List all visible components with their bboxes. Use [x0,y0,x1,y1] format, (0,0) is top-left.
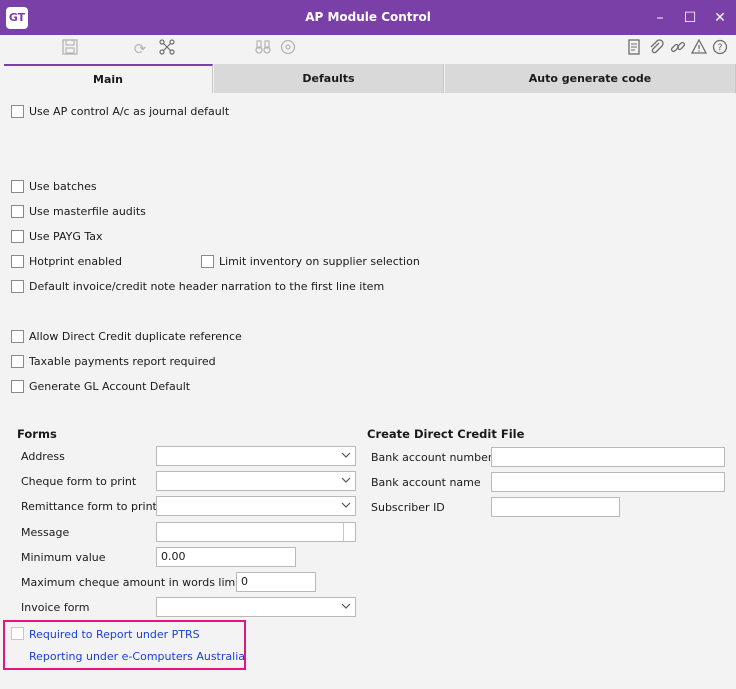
payg-tax-checkbox[interactable]: Use PAYG Tax [11,228,103,244]
checkbox-box[interactable] [11,254,24,268]
checkbox-label: Use PAYG Tax [29,229,103,243]
max-cheque-label: Maximum cheque amount in words limit [21,576,243,589]
tab-defaults[interactable]: Defaults [214,64,444,93]
checkbox-label: Use AP control A/c as journal default [29,104,230,118]
checkbox-label: Generate GL Account Default [29,379,191,393]
invoice-form-label: Invoice form [21,601,90,614]
hotprint-checkbox[interactable]: Hotprint enabled [11,253,122,269]
spin-buttons[interactable] [343,523,355,541]
network-icon[interactable] [157,39,177,59]
bank-account-name-field[interactable] [491,472,725,492]
chevron-down-icon [341,450,351,460]
link-icon[interactable] [668,39,688,59]
bank-account-number-label: Bank account number [371,451,493,464]
checkbox-box[interactable] [201,254,214,268]
address-label: Address [21,450,65,463]
help-icon[interactable]: ? [710,39,730,59]
minimum-value-label: Minimum value [21,551,106,564]
chevron-down-icon [341,601,351,611]
chevron-down-icon [341,475,351,485]
checkbox-label: Use batches [29,179,97,193]
forms-heading: Forms [17,427,57,441]
direct-credit-heading: Create Direct Credit File [367,427,525,441]
checkbox-box[interactable] [11,379,24,393]
checkbox-label: Limit inventory on supplier selection [219,254,420,268]
use-batches-checkbox[interactable]: Use batches [11,178,97,194]
message-field[interactable] [156,522,356,542]
maximize-button[interactable]: ☐ [680,8,700,28]
svg-text:?: ? [717,43,722,54]
masterfile-audits-checkbox[interactable]: Use masterfile audits [11,203,146,219]
default-narration-checkbox[interactable]: Default invoice/credit note header narra… [11,278,384,294]
tab-bar: Main Defaults Auto generate code [0,64,736,93]
checkbox-box[interactable] [11,329,24,343]
toolbar: ⟳ ? [0,35,736,64]
cheque-form-select[interactable] [156,471,356,491]
remittance-form-select[interactable] [156,496,356,516]
ap-control-journal-checkbox[interactable]: Use AP control A/c as journal default [11,103,229,119]
save-icon[interactable] [60,39,80,59]
taxable-payments-checkbox[interactable]: Taxable payments report required [11,353,216,369]
subscriber-id-field[interactable] [491,497,620,517]
bank-account-name-label: Bank account name [371,476,481,489]
checkbox-box[interactable] [11,229,24,243]
minimize-button[interactable]: – [650,8,670,28]
checkbox-box[interactable] [11,354,24,368]
ptrs-checkbox[interactable] [11,627,24,640]
alert-icon[interactable] [689,38,709,59]
close-button[interactable]: ✕ [710,8,730,28]
checkbox-label: Hotprint enabled [29,254,122,268]
gl-account-default-checkbox[interactable]: Generate GL Account Default [11,378,190,394]
checkbox-label: Default invoice/credit note header narra… [29,279,385,293]
title-bar: GT AP Module Control – ☐ ✕ [0,0,736,35]
remittance-form-label: Remittance form to print [21,500,157,513]
invoice-form-select[interactable] [156,597,356,617]
checkbox-label: Allow Direct Credit duplicate reference [29,329,242,343]
message-label: Message [21,526,70,539]
attach-icon[interactable] [646,39,666,59]
chevron-down-icon [341,500,351,510]
cheque-form-label: Cheque form to print [21,475,137,488]
checkbox-box[interactable] [11,179,24,193]
ptrs-reporting-link[interactable]: Reporting under e-Computers Australia [29,650,245,663]
address-select[interactable] [156,446,356,466]
checkbox-label: Taxable payments report required [29,354,216,368]
direct-credit-duplicate-checkbox[interactable]: Allow Direct Credit duplicate reference [11,328,242,344]
window-title: AP Module Control [305,10,431,24]
max-cheque-field[interactable]: 0 [236,572,316,592]
subscriber-id-label: Subscriber ID [371,501,445,514]
tab-main[interactable]: Main [4,64,213,93]
checkbox-box[interactable] [11,204,24,218]
checkbox-label: Use masterfile audits [29,204,146,218]
limit-inventory-checkbox[interactable]: Limit inventory on supplier selection [201,253,420,269]
checkbox-box[interactable] [11,104,24,118]
ptrs-required-link[interactable]: Required to Report under PTRS [29,628,200,641]
checkbox-box[interactable] [11,279,24,293]
bank-account-number-field[interactable] [491,447,725,467]
document-icon[interactable] [624,39,644,59]
refresh-icon[interactable]: ⟳ [130,39,150,59]
minimum-value-field[interactable]: 0.00 [156,547,296,567]
compass-icon[interactable] [278,39,298,59]
binoculars-icon[interactable] [253,39,273,59]
tab-auto-generate-code[interactable]: Auto generate code [445,64,736,93]
